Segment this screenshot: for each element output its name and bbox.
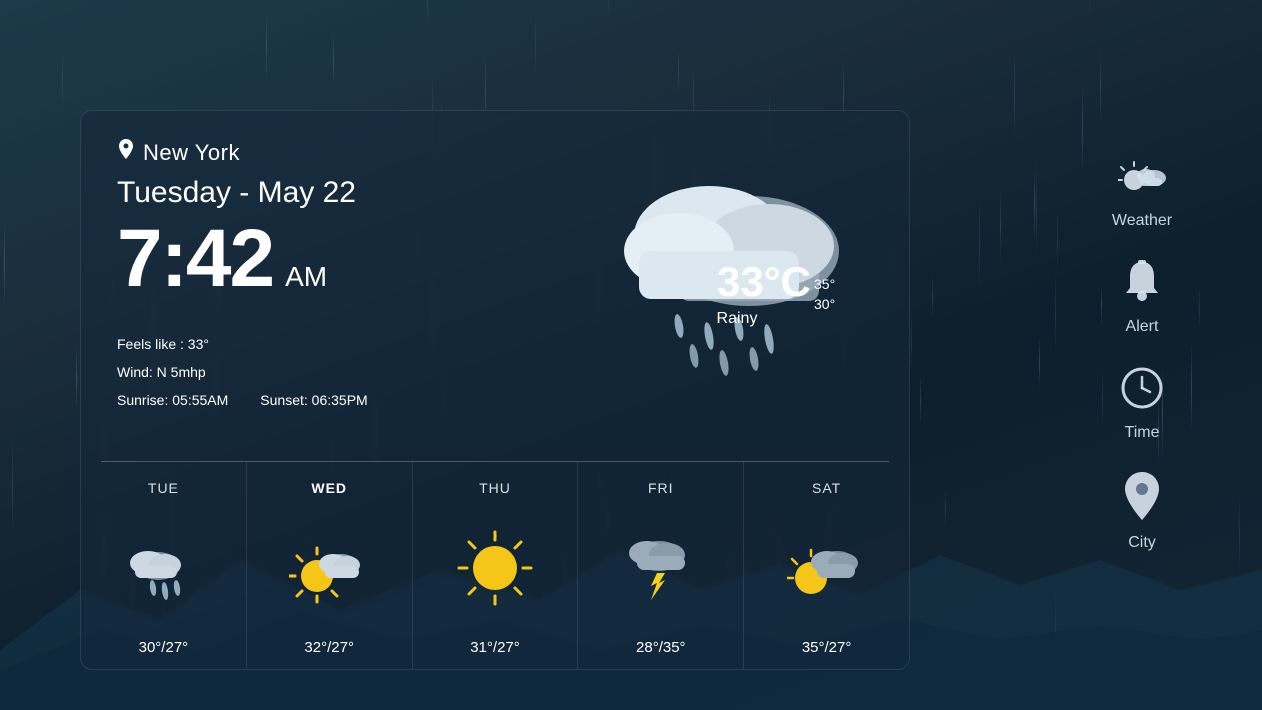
day-tue-label: TUE [148, 480, 179, 496]
forecast-temp-wed: 32°/27° [304, 639, 354, 656]
sidebar: Weather Alert Time [1062, 0, 1222, 710]
svg-text:30°: 30° [814, 296, 835, 312]
forecast-day-sat: SAT 35°/27° [744, 462, 909, 670]
sidebar-item-city[interactable]: City [1123, 472, 1161, 552]
forecast-icon-thu [455, 528, 535, 608]
forecast-icon-wed [289, 528, 369, 608]
sidebar-time-label: Time [1125, 424, 1160, 442]
forecast-icon-sat [787, 528, 867, 608]
sidebar-item-alert[interactable]: Alert [1122, 260, 1162, 336]
bell-icon [1122, 260, 1162, 310]
pin-icon [1123, 472, 1161, 526]
sidebar-city-label: City [1128, 534, 1156, 552]
forecast-icon-tue [123, 528, 203, 608]
forecast-day-tue: TUE 30°/27° [81, 462, 247, 670]
sidebar-alert-label: Alert [1126, 318, 1159, 336]
forecast-temp-sat: 35°/27° [802, 639, 852, 656]
cloud-illustration: 33°C 35° 30° Rainy [549, 131, 889, 411]
svg-text:33°C: 33°C [717, 258, 811, 305]
ampm-display: AM [285, 261, 327, 293]
clock-icon [1120, 366, 1164, 416]
forecast-temp-thu: 31°/27° [470, 639, 520, 656]
time-display: 7:42 [117, 218, 273, 300]
sidebar-item-time[interactable]: Time [1120, 366, 1164, 442]
forecast-icon-fri [621, 528, 701, 608]
forecast-temp-tue: 30°/27° [139, 639, 189, 656]
day-thu-label: THU [479, 480, 511, 496]
forecast-temp-fri: 28°/35° [636, 639, 686, 656]
partly-cloud-sun-icon [1118, 158, 1166, 204]
day-sat-label: SAT [812, 480, 841, 496]
svg-text:35°: 35° [814, 276, 835, 292]
day-fri-label: FRI [648, 480, 674, 496]
forecast-day-fri: FRI 28°/35° [578, 462, 744, 670]
day-wed-label: WED [311, 480, 347, 496]
location-pin-icon [117, 139, 135, 166]
forecast-day-thu: THU 31°/27° [413, 462, 579, 670]
forecast-section: TUE 30°/27° WED [81, 462, 909, 670]
weather-card: New York Tuesday - May 22 7:42 AM Feels … [80, 110, 910, 670]
sunrise-info: Sunrise: 05:55AM [117, 386, 228, 414]
sidebar-item-weather[interactable]: Weather [1112, 158, 1172, 230]
forecast-day-wed: WED [247, 462, 413, 670]
sidebar-weather-label: Weather [1112, 212, 1172, 230]
location-label: New York [143, 140, 240, 166]
sunset-info: Sunset: 06:35PM [260, 386, 367, 414]
svg-text:Rainy: Rainy [717, 310, 758, 327]
card-top: New York Tuesday - May 22 7:42 AM Feels … [81, 111, 909, 461]
